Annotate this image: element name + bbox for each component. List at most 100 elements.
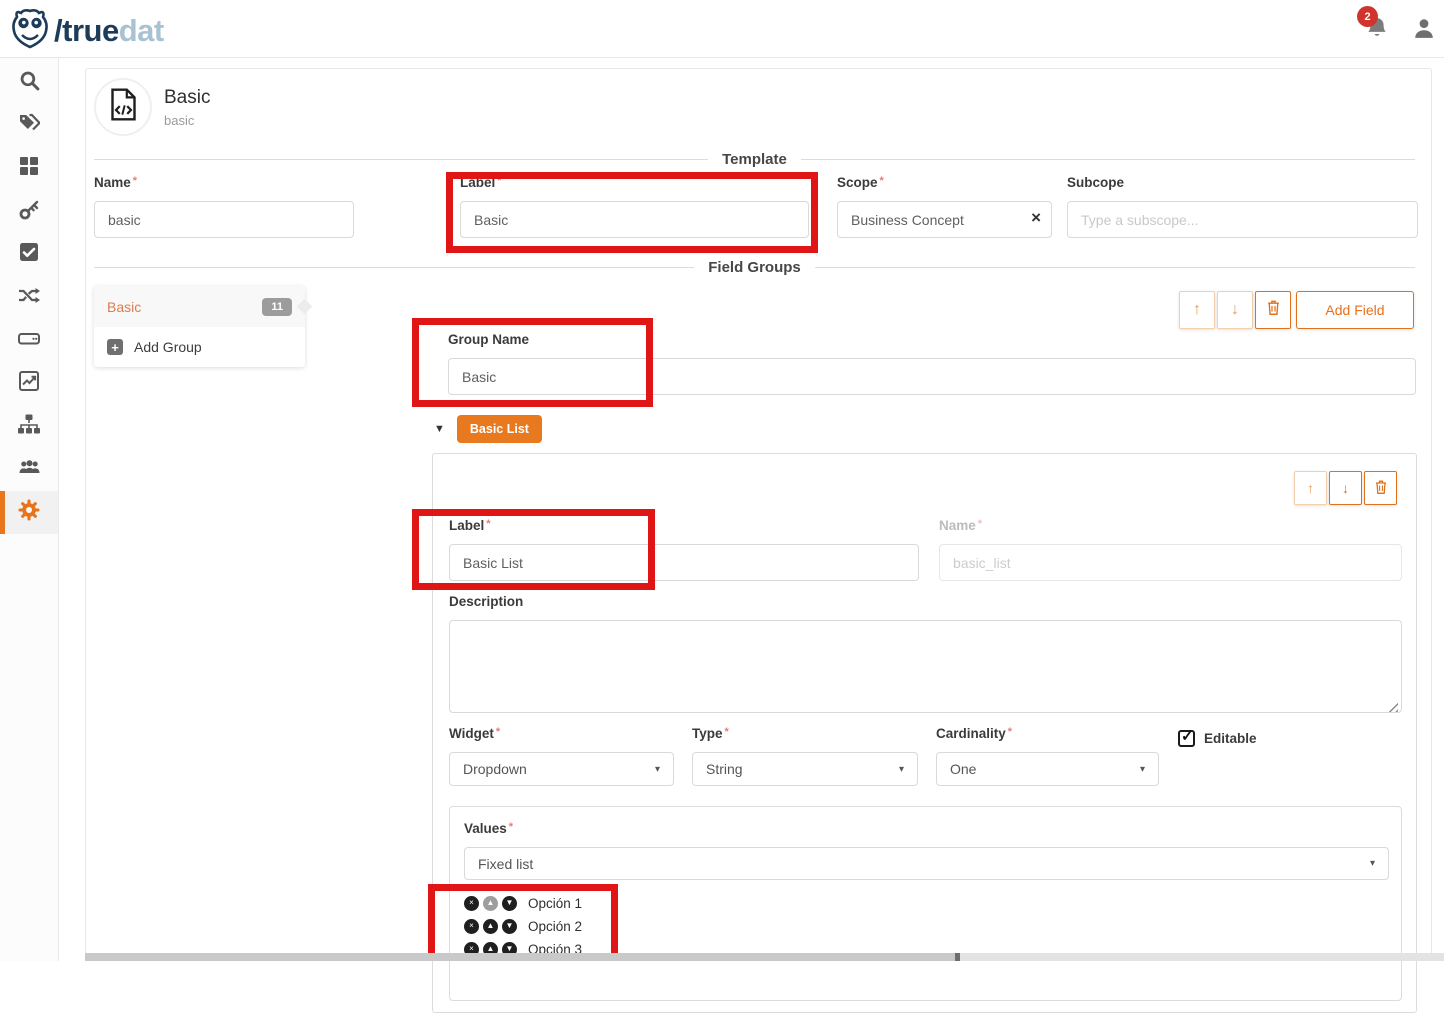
field-groups-section-heading: Field Groups xyxy=(94,259,1415,276)
sidebar-item-data-sources[interactable] xyxy=(0,319,58,362)
trash-icon xyxy=(1267,300,1280,320)
group-item-basic[interactable]: Basic 11 xyxy=(94,286,305,327)
values-type-select[interactable]: Fixed list▾ xyxy=(464,847,1389,880)
field-label-label: Label* xyxy=(449,518,919,533)
field-editor-card: ↑ ↓ Label* Name* Description Widget* xyxy=(432,453,1417,1013)
sidebar-item-search[interactable] xyxy=(0,61,58,104)
truedat-logo[interactable]: /truedat xyxy=(10,7,164,54)
caret-down-icon: ▾ xyxy=(655,764,660,775)
group-field-count-badge: 11 xyxy=(262,298,292,316)
groups-list: Basic 11 + Add Group xyxy=(94,286,305,367)
fixed-list-options: × ▲ ▼ Opción 1 × ▲ ▼ Opción 2 × ▲ ▼ Opci… xyxy=(464,892,582,961)
scrollbar-tick xyxy=(955,953,960,961)
template-label-input[interactable] xyxy=(460,201,809,238)
template-editor-panel: Basic basic Template Name* Label* Scope*… xyxy=(85,68,1432,961)
group-item-name: Basic xyxy=(107,299,141,315)
option-row: × ▲ ▼ Opción 1 xyxy=(464,892,582,914)
option-row: × ▲ ▼ Opción 2 xyxy=(464,915,582,937)
move-option-up-icon[interactable]: ▲ xyxy=(483,919,498,934)
logo-wordmark: /truedat xyxy=(54,13,164,49)
option-text: Opción 1 xyxy=(528,896,582,911)
option-text: Opción 2 xyxy=(528,919,582,934)
sidebar-item-tags[interactable] xyxy=(0,104,58,147)
editable-label: Editable xyxy=(1204,731,1257,746)
users-icon xyxy=(18,457,41,482)
scope-clear-icon[interactable]: × xyxy=(1031,208,1041,228)
check-square-icon xyxy=(19,242,39,267)
sidebar-nav xyxy=(0,58,59,961)
scope-input[interactable] xyxy=(837,201,1052,238)
sidebar-item-modules[interactable] xyxy=(0,147,58,190)
add-group-button[interactable]: + Add Group xyxy=(94,327,305,367)
field-name-label: Name* xyxy=(939,518,1402,533)
add-group-label: Add Group xyxy=(134,339,202,355)
subscope-input[interactable] xyxy=(1067,201,1418,238)
template-name-input[interactable] xyxy=(94,201,354,238)
template-avatar xyxy=(94,78,152,136)
owl-logo-icon xyxy=(10,7,50,54)
caret-down-icon: ▾ xyxy=(1140,764,1145,775)
move-option-down-icon[interactable]: ▼ xyxy=(502,919,517,934)
scope-field-label: Scope* xyxy=(837,175,1052,190)
collapse-field-icon[interactable]: ▼ xyxy=(434,423,445,435)
field-toolbar: ↑ ↓ xyxy=(1292,471,1397,505)
plus-icon: + xyxy=(107,339,123,355)
add-field-button[interactable]: Add Field xyxy=(1296,291,1414,329)
label-field-label: Label* xyxy=(460,175,809,190)
arrow-down-icon: ↓ xyxy=(1231,301,1239,319)
check-icon: ✓ xyxy=(1181,727,1194,745)
values-label: Values* xyxy=(464,821,513,836)
field-tab-basic-list[interactable]: Basic List xyxy=(457,415,542,443)
group-name-input[interactable] xyxy=(448,358,1416,395)
tags-icon xyxy=(18,113,40,138)
widget-select[interactable]: Dropdown▾ xyxy=(449,752,674,786)
group-name-label: Group Name xyxy=(448,332,1416,347)
name-field-label: Name* xyxy=(94,175,354,190)
arrow-up-icon: ↑ xyxy=(1307,480,1314,496)
notification-count-badge: 2 xyxy=(1357,6,1378,27)
user-icon[interactable] xyxy=(1413,17,1435,44)
caret-down-icon: ▾ xyxy=(1370,858,1375,869)
template-section-heading: Template xyxy=(94,151,1415,168)
sidebar-item-groups[interactable] xyxy=(0,448,58,491)
key-icon xyxy=(19,199,40,225)
sidebar-item-dashboards[interactable] xyxy=(0,362,58,405)
field-label-input[interactable] xyxy=(449,544,919,581)
move-option-down-icon[interactable]: ▼ xyxy=(502,896,517,911)
remove-option-icon[interactable]: × xyxy=(464,919,479,934)
description-textarea[interactable] xyxy=(449,620,1402,713)
delete-group-button[interactable] xyxy=(1255,291,1291,329)
type-select[interactable]: String▾ xyxy=(692,752,918,786)
page-title: Basic xyxy=(164,87,210,109)
remove-option-icon[interactable]: × xyxy=(464,896,479,911)
cardinality-label: Cardinality* xyxy=(936,726,1159,741)
field-name-input xyxy=(939,544,1402,581)
cardinality-select[interactable]: One▾ xyxy=(936,752,1159,786)
values-section: Values* Fixed list▾ × ▲ ▼ Opción 1 × ▲ ▼… xyxy=(449,806,1402,1001)
shuffle-icon xyxy=(18,286,41,310)
sidebar-item-permissions[interactable] xyxy=(0,190,58,233)
selected-group-arrow-icon xyxy=(297,299,313,315)
move-option-up-icon[interactable]: ▲ xyxy=(483,896,498,911)
arrow-down-icon: ↓ xyxy=(1342,480,1349,496)
move-field-down-button[interactable]: ↓ xyxy=(1329,471,1362,505)
file-code-icon xyxy=(110,88,137,126)
delete-field-button[interactable] xyxy=(1364,471,1397,505)
move-group-down-button[interactable]: ↓ xyxy=(1217,291,1253,329)
gear-icon xyxy=(18,499,40,526)
page-subtitle: basic xyxy=(164,113,194,128)
group-toolbar: ↑ ↓ Add Field xyxy=(1177,291,1414,329)
sidebar-item-structures[interactable] xyxy=(0,405,58,448)
chart-line-icon xyxy=(19,371,39,396)
sidebar-item-lineage[interactable] xyxy=(0,276,58,319)
horizontal-scrollbar-thumb[interactable] xyxy=(85,953,955,961)
server-icon xyxy=(18,328,40,353)
move-group-up-button[interactable]: ↑ xyxy=(1179,291,1215,329)
sidebar-item-quality[interactable] xyxy=(0,233,58,276)
move-field-up-button[interactable]: ↑ xyxy=(1294,471,1327,505)
arrow-up-icon: ↑ xyxy=(1193,301,1201,319)
widget-label: Widget* xyxy=(449,726,674,741)
trash-icon xyxy=(1375,480,1387,497)
editable-checkbox[interactable]: ✓ xyxy=(1178,730,1195,747)
sidebar-item-settings[interactable] xyxy=(0,491,58,534)
